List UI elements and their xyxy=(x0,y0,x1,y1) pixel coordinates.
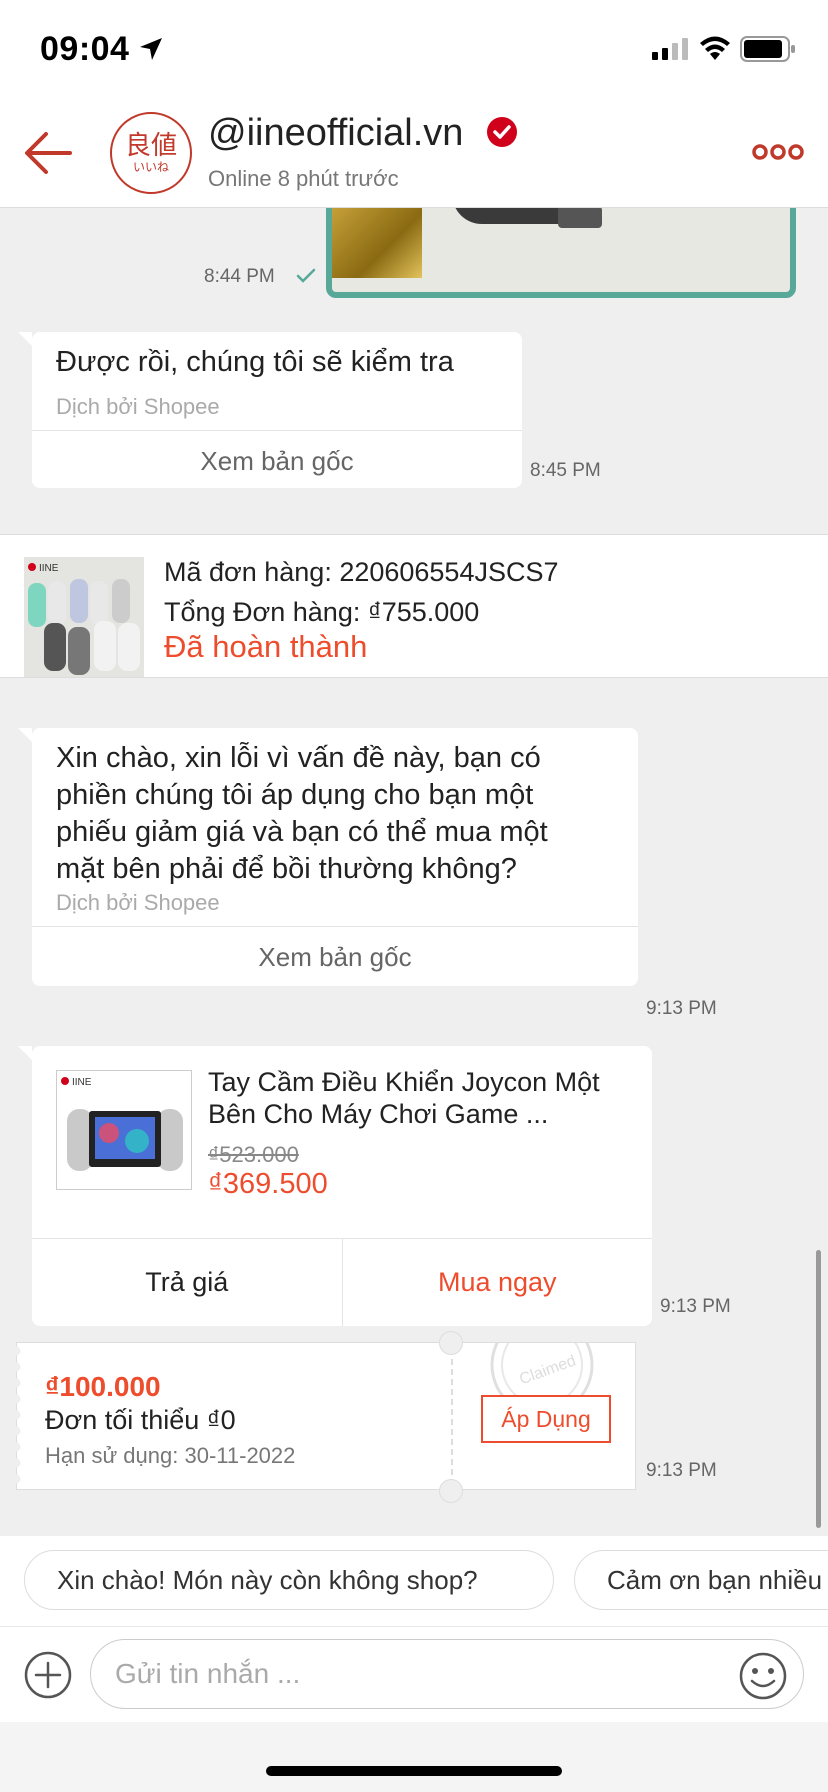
bubble-tail xyxy=(18,1046,32,1060)
bubble-tail xyxy=(18,728,32,742)
message-time: 8:45 PM xyxy=(530,460,601,481)
product-title: Tay Cầm Điều Khiển Joycon Một Bên Cho Má… xyxy=(208,1067,600,1129)
more-icon[interactable] xyxy=(752,140,804,164)
quick-reply-chip[interactable]: Cảm ơn bạn nhiều xyxy=(574,1550,828,1610)
apply-voucher-button[interactable]: Áp Dụng xyxy=(481,1395,611,1443)
avatar-kana: いいね xyxy=(132,160,169,174)
bargain-button[interactable]: Trả giá xyxy=(32,1239,343,1326)
chat-messages[interactable]: 8:44 PM Được rồi, chúng tôi sẽ kiểm tra … xyxy=(0,208,828,1536)
online-status: Online 8 phút trước xyxy=(208,166,399,191)
shop-avatar[interactable]: 良値 いいね xyxy=(110,112,192,194)
battery-icon xyxy=(740,36,795,62)
order-code: Mã đơn hàng: 220606554JSCS7 xyxy=(164,557,559,587)
buy-now-button[interactable]: Mua ngay xyxy=(343,1239,653,1326)
view-original-button[interactable]: Xem bản gốc xyxy=(32,942,638,973)
back-arrow-icon[interactable] xyxy=(22,130,74,176)
joycon-image: IINE xyxy=(24,557,144,677)
order-total: Tổng Đơn hàng: ₫755.000 xyxy=(164,597,480,627)
message-text-line: phiền chúng tôi áp dụng cho bạn một xyxy=(56,779,534,811)
message-time: 9:13 PM xyxy=(660,1296,731,1317)
product-new-price: ₫369.500 xyxy=(208,1168,328,1200)
voucher-notch xyxy=(439,1331,463,1355)
location-arrow-icon xyxy=(140,38,162,60)
product-old-price: ₫523.000 xyxy=(208,1142,299,1167)
voucher-notch xyxy=(439,1479,463,1503)
message-text: Được rồi, chúng tôi sẽ kiểm tra xyxy=(56,346,454,378)
quick-replies: Xin chào! Món này còn không shop? Cảm ơn… xyxy=(0,1536,828,1626)
message-text-line: mặt bên phải để bồi thường không? xyxy=(56,853,517,885)
product-thumbnail: IINE xyxy=(56,1070,192,1190)
message-time: 9:13 PM xyxy=(646,1460,717,1481)
image-content xyxy=(332,208,422,278)
translated-label: Dịch bởi Shopee xyxy=(56,394,220,419)
message-time: 9:13 PM xyxy=(646,998,717,1019)
emoji-icon[interactable] xyxy=(738,1651,788,1701)
voucher-expiry: Hạn sử dụng: 30-11-2022 xyxy=(45,1443,296,1468)
product-actions: Trả giá Mua ngay xyxy=(32,1238,652,1326)
signal-icon xyxy=(652,38,688,60)
translated-label: Dịch bởi Shopee xyxy=(56,890,220,915)
voucher-min-order: Đơn tối thiểu ₫0 xyxy=(45,1405,236,1435)
wifi-icon xyxy=(700,36,730,60)
image-message[interactable] xyxy=(326,208,796,298)
quick-reply-chip[interactable]: Xin chào! Món này còn không shop? xyxy=(24,1550,554,1610)
chat-header: 良値 いいね @iineofficial.vn Online 8 phút tr… xyxy=(0,100,828,208)
voucher-amount: ₫100.000 xyxy=(45,1371,161,1402)
order-card[interactable]: IINE Mã đơn hàng: 220606554JSCS7 Tổng Đơ… xyxy=(0,534,828,678)
message-time: 8:44 PM xyxy=(204,266,275,287)
message-input[interactable] xyxy=(90,1639,804,1709)
bubble-tail xyxy=(18,332,32,346)
bottom-safe-area xyxy=(0,1722,828,1792)
product-thumb-brand: IINE xyxy=(72,1077,92,1088)
incoming-message: Xin chào, xin lỗi vì vấn đề này, bạn có … xyxy=(18,728,638,986)
image-content xyxy=(558,208,602,228)
voucher-edge xyxy=(16,1343,24,1491)
scrollbar[interactable] xyxy=(816,1250,821,1528)
order-thumb-brand: IINE xyxy=(39,563,59,574)
divider xyxy=(32,926,638,927)
avatar-kanji: 良値 xyxy=(124,131,177,161)
status-bar: 09:04 xyxy=(0,0,828,100)
input-bar xyxy=(0,1626,828,1722)
message-text-line: Xin chào, xin lỗi vì vấn đề này, bạn có xyxy=(56,742,541,774)
switch-image: IINE xyxy=(57,1071,191,1189)
divider xyxy=(32,430,522,431)
verified-icon xyxy=(487,117,517,147)
incoming-message: Được rồi, chúng tôi sẽ kiểm tra Dịch bởi… xyxy=(18,332,522,488)
status-time: 09:04 xyxy=(40,30,130,68)
claimed-stamp-text: Claimed xyxy=(517,1352,578,1388)
view-original-button[interactable]: Xem bản gốc xyxy=(32,446,522,477)
plus-icon[interactable] xyxy=(24,1651,72,1699)
order-thumbnail: IINE xyxy=(24,557,144,677)
order-status: Đã hoàn thành xyxy=(164,629,368,664)
voucher-card[interactable]: ₫100.000 Đơn tối thiểu ₫0 Hạn sử dụng: 3… xyxy=(16,1331,636,1503)
product-card[interactable]: IINE Tay Cầm Điều Khiển Joycon Một Bên C… xyxy=(18,1046,652,1326)
shop-name[interactable]: @iineofficial.vn xyxy=(208,112,463,155)
voucher-separator xyxy=(451,1349,453,1485)
check-icon xyxy=(296,268,316,283)
home-indicator[interactable] xyxy=(266,1766,562,1776)
message-text-line: phiếu giảm giá và bạn có thể mua một xyxy=(56,816,548,848)
